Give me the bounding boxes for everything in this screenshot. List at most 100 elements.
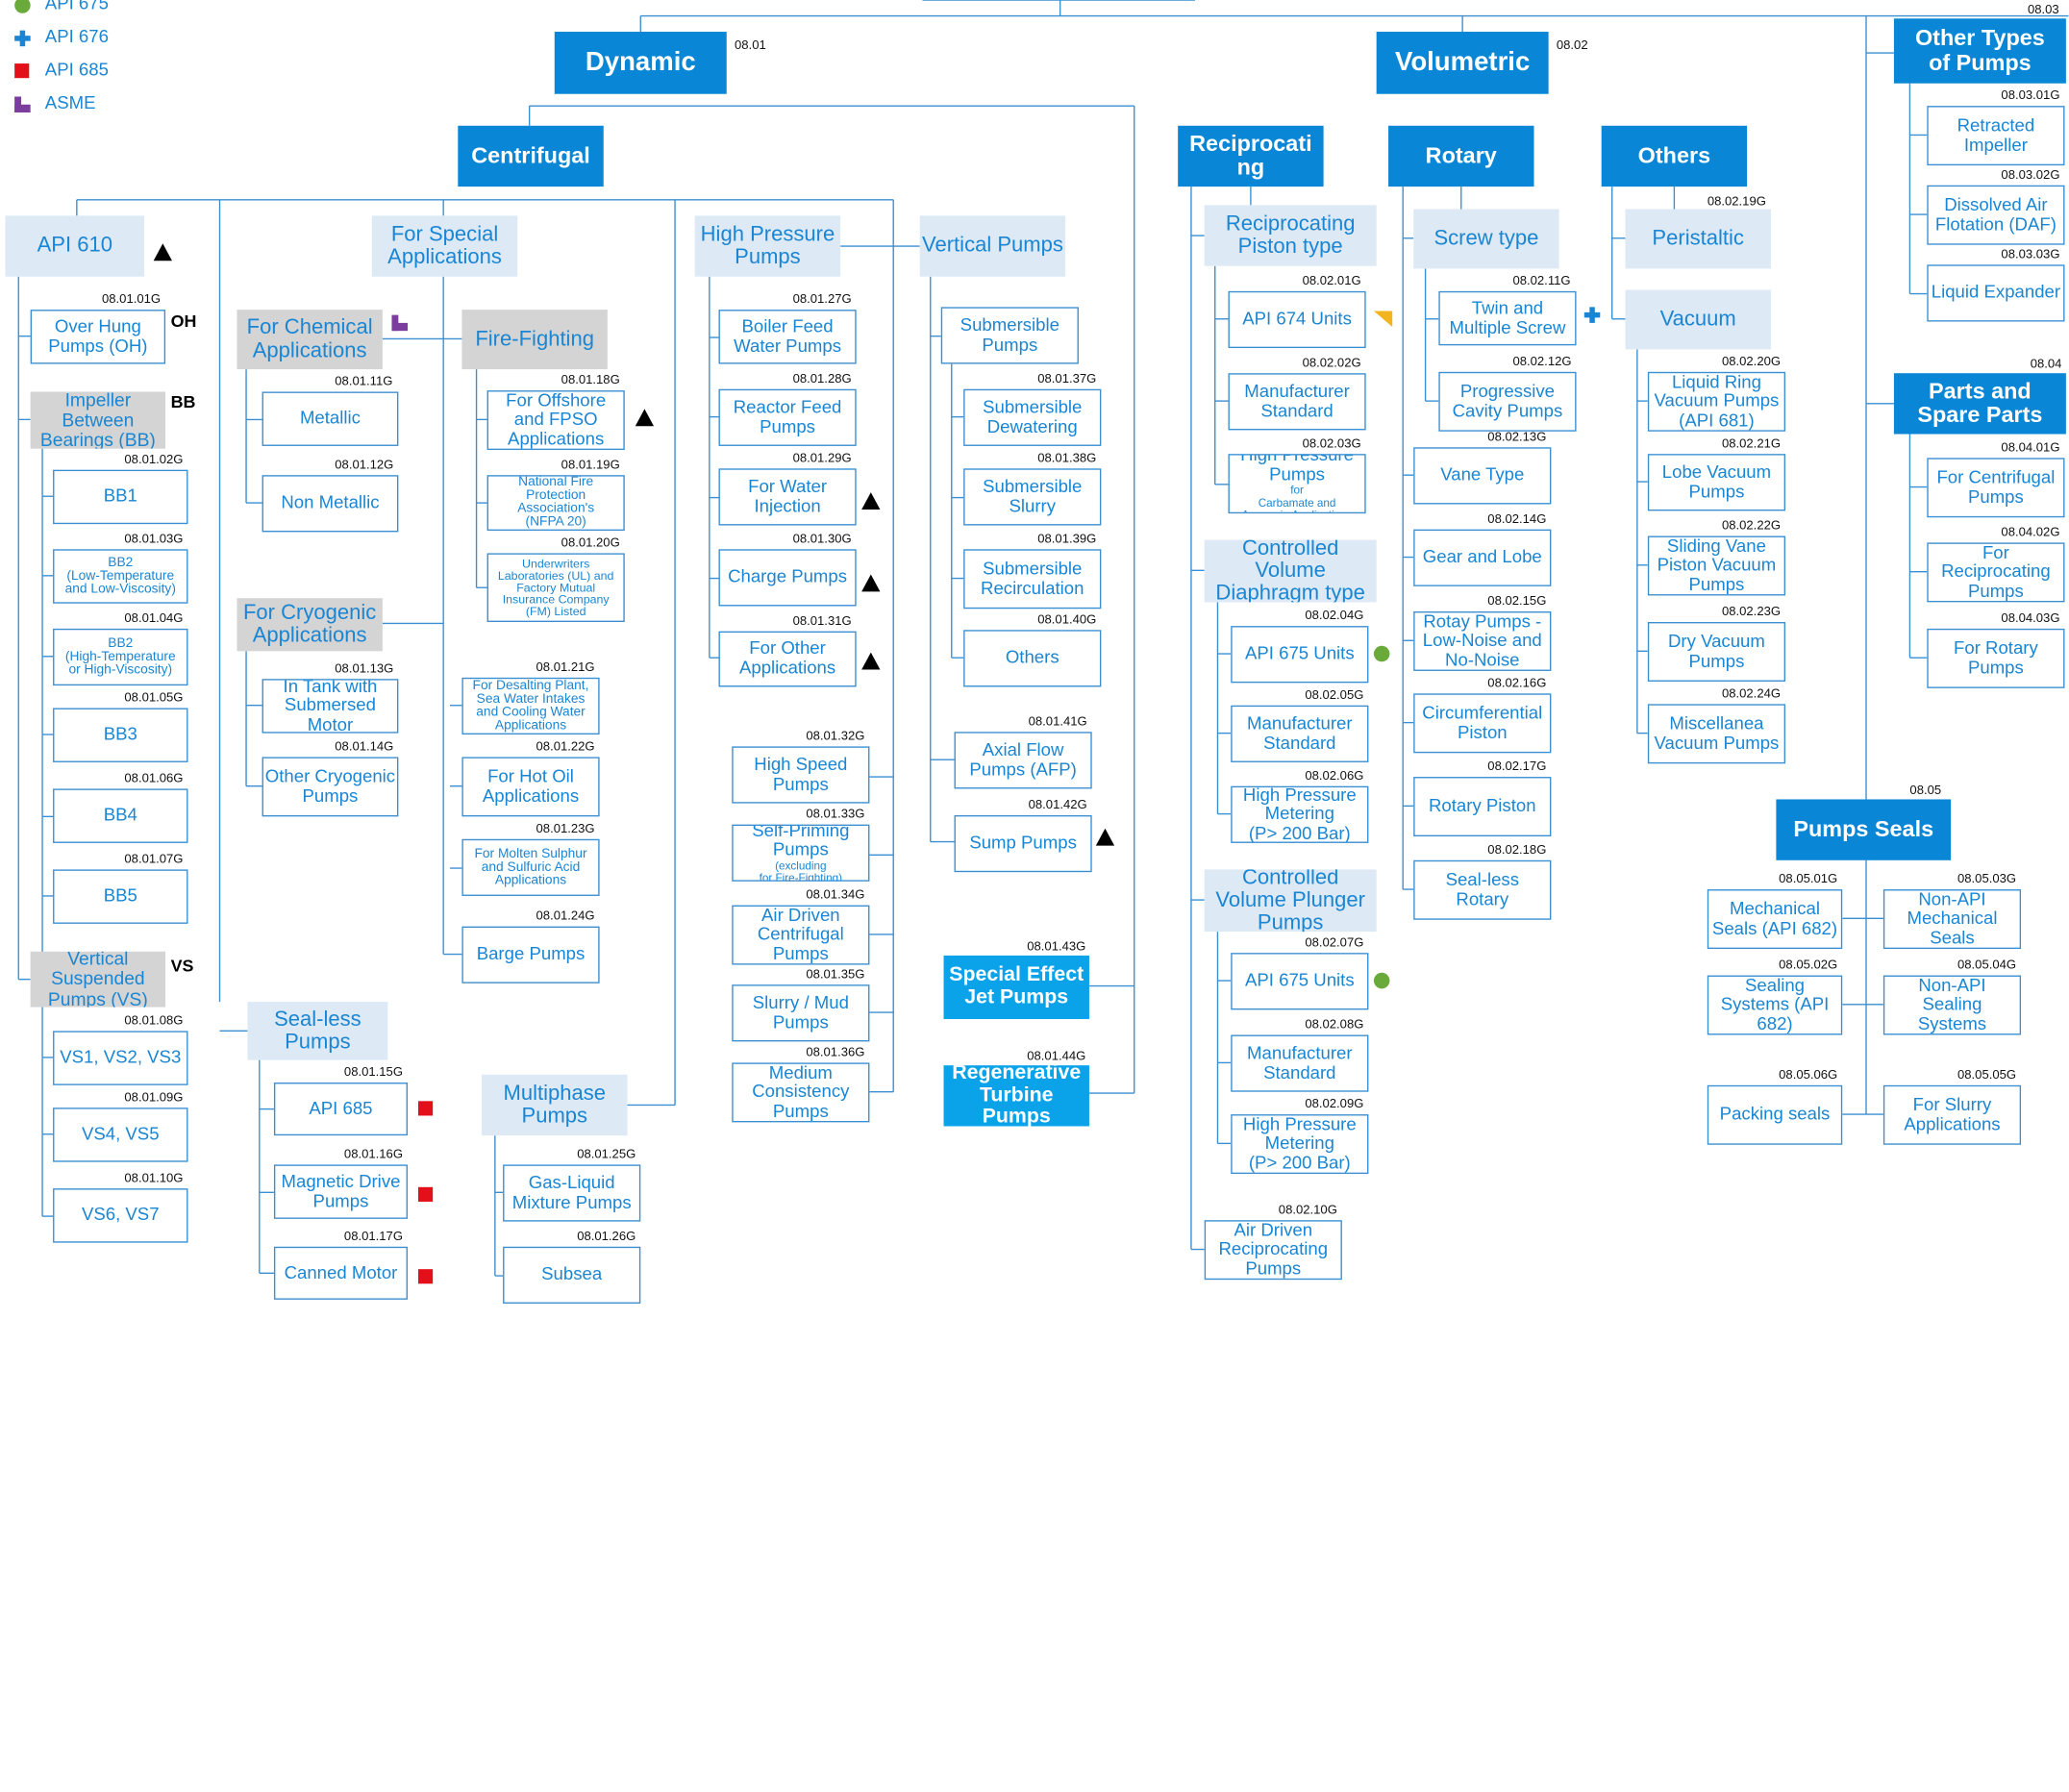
group-bb[interactable]: Impeller Between Bearings (BB) [30,391,166,449]
group-recip-piston[interactable]: Reciprocating Piston type [1204,205,1377,266]
item-nonmetallic[interactable]: Non Metallic [262,475,399,533]
item-protary[interactable]: For Rotary Pumps [1927,628,2065,688]
item-subslurry[interactable]: Submersible Slurry [963,468,1102,526]
category-dynamic[interactable]: Dynamic [554,32,727,94]
item-mfr3[interactable]: Manufacturer Standard [1231,1034,1369,1092]
item-nonapimech[interactable]: Non-API Mechanical Seals [1882,889,2022,950]
item-api675a[interactable]: API 675 Units [1231,626,1369,684]
subhead-special-jet[interactable]: Special Effect Jet Pumps [943,955,1089,1019]
item-bb5[interactable]: BB5 [53,869,188,924]
item-pcentrif[interactable]: For Centrifugal Pumps [1927,458,2065,518]
item-hpmeter1[interactable]: High Pressure Metering (P> 200 Bar) [1231,785,1369,843]
group-vs[interactable]: Vertical Suspended Pumps (VS) [30,951,166,1008]
item-slurrymud[interactable]: Slurry / Mud Pumps [732,984,870,1042]
item-gearlobe[interactable]: Gear and Lobe [1413,529,1552,586]
item-dryvac[interactable]: Dry Vacuum Pumps [1647,622,1786,682]
subhead-regen-turbine[interactable]: Regenerative Turbine Pumps [943,1065,1089,1127]
item-othercryo[interactable]: Other Cryogenic Pumps [262,757,399,817]
subhead-others[interactable]: Others [1601,125,1748,187]
subhead-reciprocating[interactable]: Reciprocati ng [1178,125,1324,187]
item-submersible[interactable]: Submersible Pumps [940,307,1079,364]
group-chemical[interactable]: For Chemical Applications [237,310,383,370]
item-liqexp[interactable]: Liquid Expander [1927,264,2065,322]
item-subrecirc[interactable]: Submersible Recirculation [963,549,1102,610]
item-desalting[interactable]: For Desalting Plant, Sea Water Intakes a… [461,677,600,735]
category-parts[interactable]: Parts and Spare Parts [1893,373,2066,435]
item-boilerfeed[interactable]: Boiler Feed Water Pumps [718,310,857,364]
item-otherapps[interactable]: For Other Applications [718,631,857,687]
item-nonapisys[interactable]: Non-API Sealing Systems [1882,975,2022,1035]
group-ctrl-plunger[interactable]: Controlled Volume Plunger Pumps [1204,869,1377,933]
item-miscvac[interactable]: Miscellanea Vacuum Pumps [1647,704,1786,764]
item-selfpriming[interactable]: Self-Priming Pumps (excluding for Fire-Fi… [732,824,870,882]
item-precip[interactable]: For Reciprocating Pumps [1927,542,2065,603]
item-vane[interactable]: Vane Type [1413,447,1552,505]
item-vs45[interactable]: VS4, VS5 [53,1108,188,1162]
item-mfr2[interactable]: Manufacturer Standard [1231,705,1369,762]
item-reactorfeed[interactable]: Reactor Feed Pumps [718,388,857,446]
item-hpmeter2[interactable]: High Pressure Metering (P> 200 Bar) [1231,1114,1369,1175]
item-daf[interactable]: Dissolved Air Flotation (DAF) [1927,185,2065,245]
item-sealrotary[interactable]: Seal-less Rotary [1413,859,1552,920]
item-waterinj[interactable]: For Water Injection [718,468,857,526]
group-fire-fighting[interactable]: Fire-Fighting [461,310,608,370]
group-peristaltic[interactable]: Peristaltic [1625,209,1771,269]
item-subdewater[interactable]: Submersible Dewatering [963,388,1102,446]
group-vacuum[interactable]: Vacuum [1625,289,1771,350]
item-vothers[interactable]: Others [963,630,1102,687]
item-sump[interactable]: Sump Pumps [954,814,1092,873]
item-moltensulphur[interactable]: For Molten Sulphur and Sulfuric Acid App… [461,838,600,896]
item-highspeed[interactable]: High Speed Pumps [732,746,870,804]
item-lownoise[interactable]: Rotay Pumps - Low-Noise and No-Noise [1413,610,1552,671]
item-lobevac[interactable]: Lobe Vacuum Pumps [1647,454,1786,511]
item-progcavity[interactable]: Progressive Cavity Pumps [1438,371,1577,432]
subhead-rotary[interactable]: Rotary [1388,125,1534,187]
item-circpiston[interactable]: Circumferential Piston [1413,693,1552,754]
group-high-pressure[interactable]: High Pressure Pumps [694,215,841,277]
item-nfpa[interactable]: National Fire Protection Association's (… [486,475,625,532]
category-other-types[interactable]: Other Types of Pumps [1893,18,2066,84]
item-bb2ht[interactable]: BB2 (High-Temperature or High-Viscosity) [53,628,188,686]
subhead-centrifugal[interactable]: Centrifugal [458,125,604,187]
item-mediumcons[interactable]: Medium Consistency Pumps [732,1062,870,1123]
item-api675b[interactable]: API 675 Units [1231,953,1369,1010]
item-mfr1[interactable]: Manufacturer Standard [1228,373,1366,431]
item-slurryapp[interactable]: For Slurry Applications [1882,1084,2022,1145]
item-oh[interactable]: Over Hung Pumps (OH) [30,310,166,364]
item-canned[interactable]: Canned Motor [273,1246,408,1300]
item-charge[interactable]: Charge Pumps [718,549,857,607]
group-api610[interactable]: API 610 [5,215,145,277]
category-volumetric[interactable]: Volumetric [1376,32,1549,94]
item-sealsys[interactable]: Sealing Systems (API 682) [1707,975,1843,1035]
item-mechseal[interactable]: Mechanical Seals (API 682) [1707,889,1843,950]
item-bb4[interactable]: BB4 [53,788,188,843]
item-axialflow[interactable]: Axial Flow Pumps (AFP) [954,732,1092,789]
item-api685[interactable]: API 685 [273,1083,408,1136]
item-hotoil[interactable]: For Hot Oil Applications [461,757,600,817]
item-metallic[interactable]: Metallic [262,391,399,446]
item-airdriven[interactable]: Air Driven Centrifugal Pumps [732,905,870,965]
group-ctrl-diaphragm[interactable]: Controlled Volume Diaphragm type [1204,539,1377,603]
item-liquidring[interactable]: Liquid Ring Vacuum Pumps (API 681) [1647,371,1786,432]
item-twinscrew[interactable]: Twin and Multiple Screw [1438,290,1577,346]
item-rotpiston[interactable]: Rotary Piston [1413,777,1552,837]
item-slidingvane[interactable]: Sliding Vane Piston Vacuum Pumps [1647,535,1786,596]
item-offshore[interactable]: For Offshore and FPSO Applications [486,390,625,451]
group-screw[interactable]: Screw type [1413,209,1559,269]
group-vertical[interactable]: Vertical Pumps [919,215,1066,277]
group-sealless[interactable]: Seal-less Pumps [247,1002,388,1060]
group-cryogenic[interactable]: For Cryogenic Applications [237,598,383,652]
item-subsea[interactable]: Subsea [503,1246,641,1304]
item-retracted[interactable]: Retracted Impeller [1927,106,2065,166]
item-vs67[interactable]: VS6, VS7 [53,1188,188,1243]
item-hpcarbamate[interactable]: High Pressure Pumpsfor Carbamate and Amm… [1228,454,1366,514]
item-ul[interactable]: Underwriters Laboratories (UL) and Facto… [486,553,625,623]
item-bb2lt[interactable]: BB2 (Low-Temperature and Low-Viscosity) [53,549,188,604]
item-gasliquid[interactable]: Gas-Liquid Mixture Pumps [503,1164,641,1222]
item-airrecip[interactable]: Air Driven Reciprocating Pumps [1204,1220,1342,1281]
category-seals[interactable]: Pumps Seals [1776,799,1952,860]
item-bb1[interactable]: BB1 [53,469,188,525]
item-magdrive[interactable]: Magnetic Drive Pumps [273,1164,408,1219]
group-multiphase[interactable]: Multiphase Pumps [482,1074,628,1136]
item-barge[interactable]: Barge Pumps [461,926,600,983]
